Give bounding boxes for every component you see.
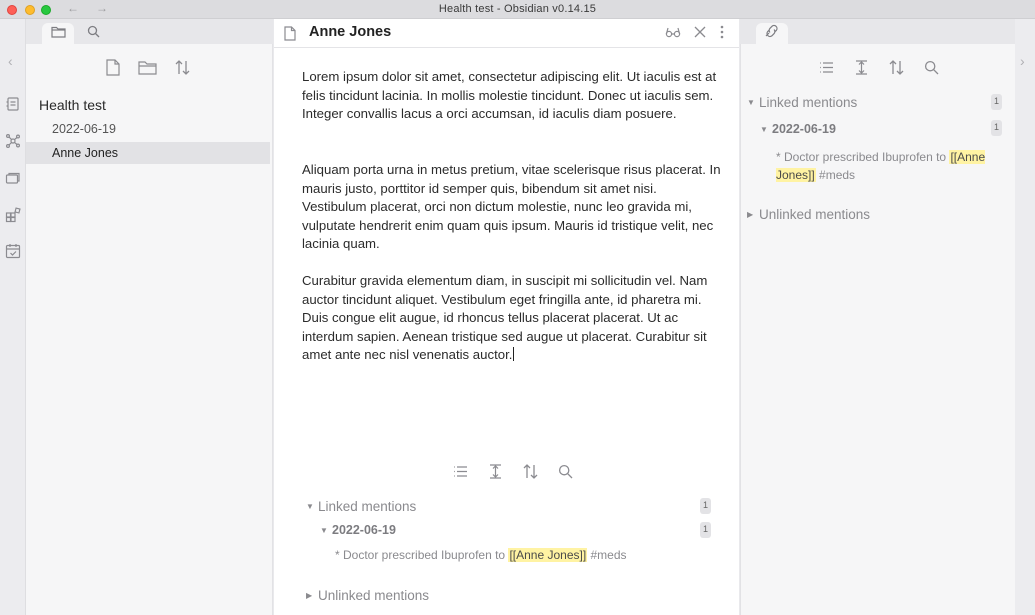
title-bar: ← → Health test - Obsidian v0.14.15 bbox=[0, 0, 1035, 19]
collapse-left-icon[interactable]: ‹ bbox=[8, 53, 13, 69]
folder-icon bbox=[50, 25, 66, 43]
unlinked-mentions-label: Unlinked mentions bbox=[759, 207, 871, 222]
show-more-context-icon[interactable] bbox=[486, 462, 505, 481]
ribbon: ‹ bbox=[0, 19, 26, 615]
window-title: Health test - Obsidian v0.14.15 bbox=[438, 3, 597, 15]
backlinks-pane: ▼ Linked mentions 1 ▼ 2022-06-19 1 * Doc… bbox=[740, 44, 1015, 615]
editor-paragraph[interactable]: Lorem ipsum dolor sit amet, consectetur … bbox=[302, 68, 722, 124]
search-icon[interactable] bbox=[556, 462, 575, 481]
linked-mentions-label: Linked mentions bbox=[759, 95, 858, 110]
search-icon bbox=[87, 25, 100, 43]
text-cursor bbox=[513, 347, 515, 361]
file-explorer-toolbar bbox=[103, 58, 192, 77]
snippet-text: * Doctor prescribed Ibuprofen to bbox=[335, 548, 509, 562]
left-sidebar-tabs bbox=[26, 19, 273, 44]
snippet-text: * Doctor prescribed Ibuprofen to bbox=[776, 150, 950, 164]
backlinks-pane-icon bbox=[764, 24, 780, 43]
editor-pane[interactable]: Lorem ipsum dolor sit amet, consectetur … bbox=[274, 48, 739, 615]
right-ribbon: › bbox=[1015, 19, 1035, 615]
paragraph-text: Curabitur gravida elementum diam, in sus… bbox=[302, 273, 708, 362]
vault-name[interactable]: Health test bbox=[39, 97, 106, 113]
backlink-group[interactable]: ▼ 2022-06-19 bbox=[320, 523, 396, 537]
graph-view-icon[interactable] bbox=[5, 133, 21, 149]
count-badge: 1 bbox=[700, 498, 711, 514]
editor-header: Anne Jones bbox=[274, 19, 739, 48]
caret-down-icon: ▼ bbox=[306, 502, 314, 511]
caret-down-icon: ▼ bbox=[760, 124, 768, 134]
close-icon[interactable] bbox=[693, 25, 707, 44]
sort-icon[interactable] bbox=[887, 58, 906, 77]
document-icon bbox=[284, 26, 296, 46]
right-sidebar-tabs bbox=[740, 19, 1015, 44]
unlinked-mentions-label: Unlinked mentions bbox=[318, 588, 430, 603]
new-folder-icon[interactable] bbox=[138, 58, 157, 77]
backlinks-toolbar bbox=[817, 58, 941, 77]
caret-right-icon: ▶ bbox=[306, 591, 313, 600]
unlinked-mentions-header[interactable]: ▶ Unlinked mentions bbox=[306, 588, 429, 603]
show-more-context-icon[interactable] bbox=[852, 58, 871, 77]
link-highlight: [[Anne Jones]] bbox=[508, 548, 588, 562]
caret-down-icon: ▼ bbox=[320, 525, 328, 535]
editor-paragraph[interactable]: Aliquam porta urna in metus pretium, vit… bbox=[302, 161, 722, 254]
file-item-active[interactable]: Anne Jones bbox=[26, 142, 270, 164]
reading-view-icon[interactable] bbox=[665, 25, 681, 44]
note-title[interactable]: Anne Jones bbox=[309, 24, 391, 40]
count-badge: 1 bbox=[991, 120, 1002, 136]
unlinked-mentions-header[interactable]: ▶ Unlinked mentions bbox=[747, 207, 870, 222]
editor-paragraph-last[interactable]: Curabitur gravida elementum diam, in sus… bbox=[302, 272, 722, 365]
open-quick-switcher-icon[interactable] bbox=[5, 96, 21, 112]
linked-mentions-label: Linked mentions bbox=[318, 499, 417, 514]
backlink-snippet[interactable]: * Doctor prescribed Ibuprofen to [[Anne … bbox=[335, 546, 627, 564]
tab-backlinks[interactable] bbox=[756, 23, 788, 44]
linked-mentions-header[interactable]: ▼ Linked mentions bbox=[306, 499, 416, 514]
caret-down-icon: ▼ bbox=[747, 98, 755, 107]
caret-right-icon: ▶ bbox=[747, 210, 754, 219]
backlink-snippet[interactable]: * Doctor prescribed Ibuprofen to [[Anne … bbox=[776, 148, 991, 184]
collapse-results-icon[interactable] bbox=[451, 462, 470, 481]
templates-icon[interactable] bbox=[5, 207, 21, 223]
tab-file-explorer[interactable] bbox=[42, 23, 74, 44]
count-badge: 1 bbox=[991, 94, 1002, 110]
new-note-icon[interactable] bbox=[103, 58, 122, 77]
backlinks-toolbar bbox=[451, 462, 575, 481]
sort-icon[interactable] bbox=[521, 462, 540, 481]
count-badge: 1 bbox=[700, 522, 711, 538]
editor-actions bbox=[665, 25, 725, 44]
more-options-icon[interactable] bbox=[719, 25, 725, 44]
snippet-tag: #meds bbox=[587, 548, 627, 562]
sort-icon[interactable] bbox=[173, 58, 192, 77]
daily-note-icon[interactable] bbox=[5, 243, 21, 259]
tab-search[interactable] bbox=[77, 23, 109, 44]
file-item[interactable]: 2022-06-19 bbox=[26, 118, 270, 140]
collapse-results-icon[interactable] bbox=[817, 58, 836, 77]
linked-mentions-header[interactable]: ▼ Linked mentions bbox=[747, 95, 857, 110]
slides-icon[interactable] bbox=[5, 170, 21, 186]
backlink-source-file: 2022-06-19 bbox=[332, 523, 396, 537]
collapse-right-icon[interactable]: › bbox=[1020, 53, 1025, 69]
backlink-group[interactable]: ▼ 2022-06-19 bbox=[760, 122, 836, 136]
backlink-source-file: 2022-06-19 bbox=[772, 122, 836, 136]
snippet-tag: #meds bbox=[815, 168, 856, 182]
file-explorer-pane: Health test 2022-06-19 Anne Jones bbox=[26, 44, 273, 615]
search-icon[interactable] bbox=[922, 58, 941, 77]
